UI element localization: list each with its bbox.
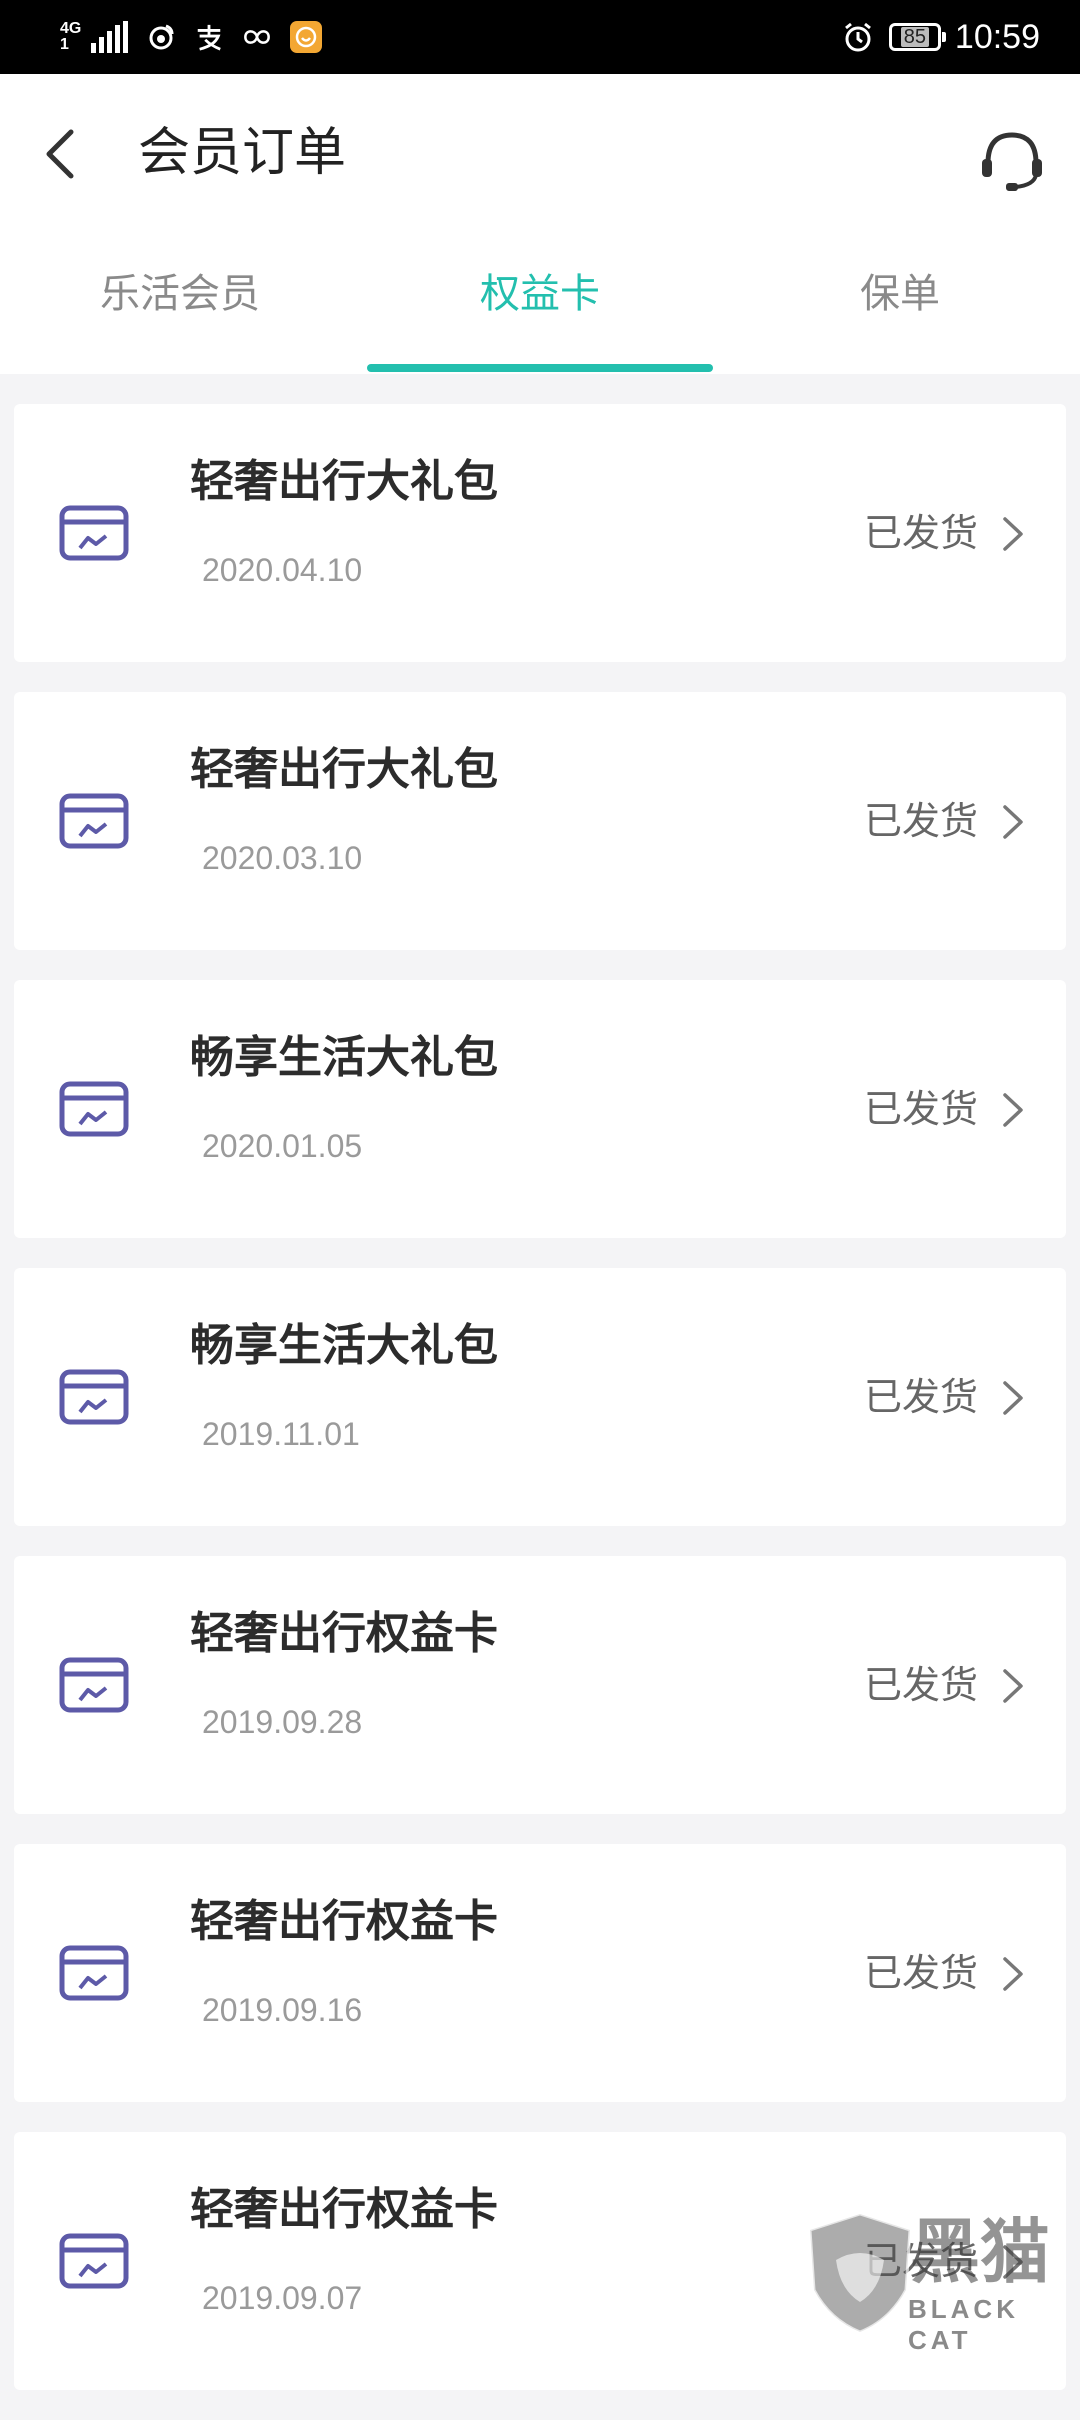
order-title: 畅享生活大礼包: [190, 1320, 498, 1371]
chevron-right-icon: [1003, 1381, 1023, 1415]
active-tab-indicator: [367, 364, 713, 372]
battery-icon: 85: [888, 23, 946, 51]
order-item[interactable]: 轻奢出行权益卡 2019.09.07 已发货: [14, 2132, 1066, 2390]
order-list: 轻奢出行大礼包 2020.04.10 已发货 轻奢出行大礼包 2020.03.1…: [14, 404, 1066, 2420]
order-item[interactable]: 畅享生活大礼包 2019.11.01 已发货: [14, 1268, 1066, 1526]
order-item[interactable]: 轻奢出行大礼包 2020.03.10 已发货: [14, 692, 1066, 950]
order-status: 已发货: [863, 511, 978, 555]
card-icon: [59, 2233, 129, 2289]
order-date: 2020.03.10: [202, 840, 363, 876]
card-icon: [59, 1657, 129, 1713]
order-title: 畅享生活大礼包: [190, 1032, 498, 1083]
order-title: 轻奢出行权益卡: [190, 1608, 498, 1659]
order-item[interactable]: 轻奢出行权益卡 2019.09.28 已发货: [14, 1556, 1066, 1814]
order-date: 2019.09.07: [202, 2280, 363, 2316]
battery-level: 85: [900, 27, 930, 47]
customer-service-button[interactable]: [972, 120, 1052, 200]
weibo-icon: [146, 22, 176, 52]
chevron-right-icon: [1003, 1957, 1023, 1991]
app-badge-icon: [290, 21, 323, 53]
order-date: 2020.01.05: [202, 1128, 363, 1164]
order-status: 已发货: [863, 799, 978, 843]
tab-benefit-card[interactable]: 权益卡: [360, 264, 720, 324]
order-status: 已发货: [863, 1663, 978, 1707]
status-left: 4G 1: [60, 0, 323, 74]
card-icon: [59, 793, 129, 849]
order-status: 已发货: [863, 1087, 978, 1131]
order-status: 已发货: [863, 1375, 978, 1419]
headset-icon: [982, 132, 1042, 191]
order-item[interactable]: 畅享生活大礼包 2020.01.05 已发货: [14, 980, 1066, 1238]
tab-lehuo-member[interactable]: 乐活会员: [0, 264, 360, 324]
order-item[interactable]: 轻奢出行权益卡 2019.09.16 已发货: [14, 1844, 1066, 2102]
order-date: 2020.04.10: [202, 552, 363, 588]
order-status: 已发货: [863, 1951, 978, 1995]
network-type: 4G 1: [60, 21, 81, 53]
clock: 10:59: [954, 17, 1040, 56]
status-bar: 4G 1 85 10:59: [0, 0, 1080, 74]
network-sub-label: 1: [60, 36, 69, 53]
card-icon: [59, 1081, 129, 1137]
alipay-icon: [194, 22, 224, 52]
chevron-right-icon: [1003, 1093, 1023, 1127]
chevron-right-icon: [1003, 1669, 1023, 1703]
status-right: 85 10:59: [841, 0, 1040, 74]
tab-bar: 乐活会员 权益卡 保单: [0, 234, 1080, 374]
chevron-right-icon: [1003, 2245, 1023, 2279]
chevron-right-icon: [1003, 517, 1023, 551]
order-item[interactable]: 轻奢出行大礼包 2020.04.10 已发货: [14, 404, 1066, 662]
card-icon: [59, 505, 129, 561]
infinity-icon: [242, 22, 272, 52]
tab-policy[interactable]: 保单: [720, 264, 1080, 324]
page-title: 会员订单: [138, 123, 347, 183]
order-date: 2019.11.01: [202, 1416, 360, 1452]
order-title: 轻奢出行大礼包: [190, 456, 498, 507]
chevron-left-icon: [46, 129, 74, 179]
alarm-icon: [841, 20, 875, 54]
back-button[interactable]: [30, 114, 90, 194]
signal-icon: [91, 21, 129, 53]
network-label: 4G: [60, 20, 82, 37]
card-icon: [59, 1369, 129, 1425]
order-title: 轻奢出行权益卡: [190, 2184, 498, 2235]
order-status: 已发货: [863, 2239, 978, 2283]
order-date: 2019.09.28: [202, 1704, 363, 1740]
order-date: 2019.09.16: [202, 1992, 363, 2028]
chevron-right-icon: [1003, 805, 1023, 839]
app-header: 会员订单: [0, 74, 1080, 234]
order-title: 轻奢出行大礼包: [190, 744, 498, 795]
order-title: 轻奢出行权益卡: [190, 1896, 498, 1947]
card-icon: [59, 1945, 129, 2001]
